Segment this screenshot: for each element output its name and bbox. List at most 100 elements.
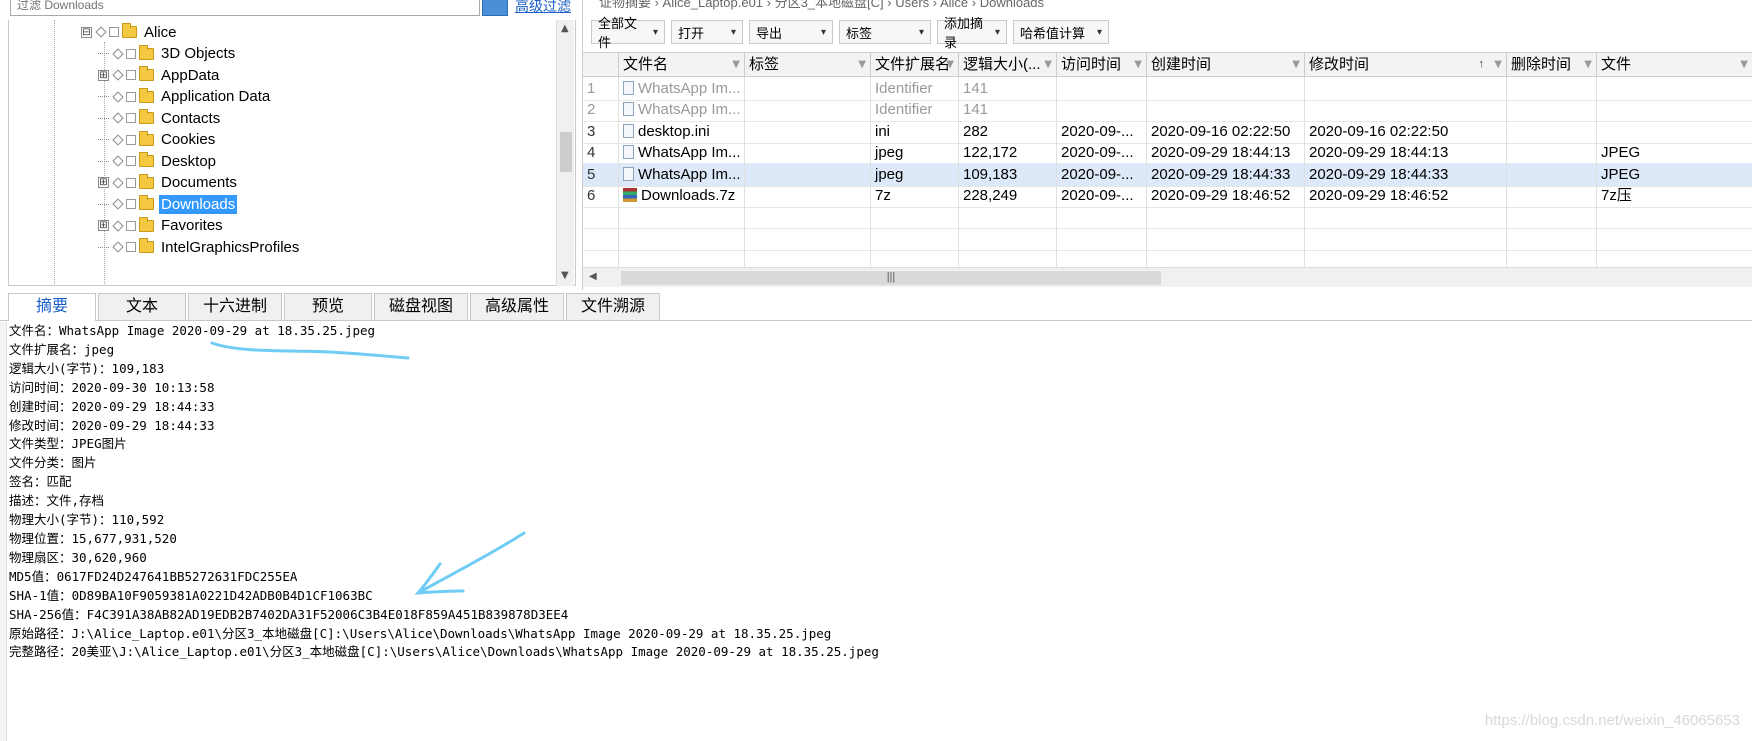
empty-row <box>583 205 1752 230</box>
column-header-label: 访问时间 <box>1061 56 1122 73</box>
tree-checkbox[interactable] <box>109 27 119 37</box>
folder-tree-pane: 高级过滤 ⊟ Alice 3D Objects ⊞ AppData Application… <box>0 0 580 290</box>
expand-toggle-icon[interactable]: ⊞ <box>98 177 109 188</box>
column-header[interactable]: 文件名 ▼ <box>619 53 745 77</box>
tree-item[interactable]: 3D Objects <box>98 42 237 66</box>
cell-atime <box>1057 77 1147 101</box>
tab-item[interactable]: 文件溯源 <box>566 293 661 320</box>
column-header[interactable]: 创建时间 ▼ <box>1147 53 1305 77</box>
tree-checkbox[interactable] <box>126 199 136 209</box>
tree-checkbox[interactable] <box>126 113 136 123</box>
cell-text: 2020-09-29 18:44:33 <box>1309 165 1449 183</box>
column-header[interactable]: 访问时间 ▼ <box>1057 53 1147 77</box>
filter-icon[interactable]: ▼ <box>1740 53 1748 76</box>
hscroll-thumb[interactable]: ||| <box>621 271 1161 285</box>
scroll-up-icon[interactable]: ▲ <box>561 23 569 34</box>
tree-checkbox[interactable] <box>126 242 136 252</box>
tree-item[interactable]: Contacts <box>98 106 222 130</box>
filter-icon[interactable]: ▼ <box>732 53 740 76</box>
search-button[interactable] <box>482 0 508 16</box>
file-icon <box>623 123 634 138</box>
empty-cell <box>1305 205 1507 230</box>
table-row[interactable]: 4 WhatsApp Im... jpeg 122,172 2020-09-... 202… <box>583 141 1752 166</box>
tree-item[interactable]: Downloads <box>98 192 238 216</box>
tab-item[interactable]: 文本 <box>98 293 186 320</box>
tree-checkbox[interactable] <box>126 156 136 166</box>
empty-cell <box>619 248 745 267</box>
column-header[interactable]: 修改时间 ↑ ▼ <box>1305 53 1507 77</box>
filter-icon[interactable]: ▼ <box>1134 53 1142 76</box>
cell-text: ini <box>875 122 891 140</box>
column-header[interactable]: 标签 ▼ <box>745 53 871 77</box>
cell-text: 228,249 <box>963 187 1018 204</box>
tab-item[interactable]: 十六进制 <box>188 293 283 320</box>
filter-icon[interactable]: ▼ <box>858 53 866 76</box>
column-header[interactable]: 逻辑大小(... ▼ <box>959 53 1057 77</box>
row-number: 3 <box>583 119 619 144</box>
node-icon <box>112 219 124 232</box>
horizontal-scrollbar[interactable]: ◀ ||| <box>583 267 1752 287</box>
tree-item[interactable]: Desktop <box>98 149 218 173</box>
filter-icon[interactable]: ▼ <box>1494 53 1502 76</box>
tree-checkbox[interactable] <box>126 91 136 102</box>
advanced-filter-link[interactable]: 高级过滤 <box>515 0 571 16</box>
filter-input[interactable] <box>10 0 480 16</box>
table-row[interactable]: 1 WhatsApp Im... Identifier 141 <box>583 77 1752 101</box>
tab-item[interactable]: 摘要 <box>8 293 96 321</box>
cell-name: Downloads.7z <box>619 184 745 208</box>
table-row[interactable]: 6 Downloads.7z 7z 228,249 2020-09-... 2020-09… <box>583 184 1752 208</box>
tree-item[interactable]: Application Data <box>98 85 272 109</box>
empty-cell <box>959 205 1057 230</box>
cell-dtime <box>1507 141 1597 166</box>
tree-checkbox[interactable] <box>126 177 136 188</box>
tree-item[interactable]: IntelGraphicsProfiles <box>98 235 301 259</box>
toolbar-button[interactable]: 导出 ▾ <box>749 20 833 44</box>
file-icon <box>623 81 634 95</box>
toolbar-button[interactable]: 打开 ▾ <box>671 20 743 44</box>
tree-item[interactable]: Cookies <box>98 128 217 152</box>
expand-toggle-icon[interactable]: ⊞ <box>98 220 109 231</box>
tree-item[interactable]: ⊞ Favorites <box>98 214 225 238</box>
folder-icon <box>139 66 154 81</box>
tree-scrollbar[interactable]: ▲ ▼ <box>556 20 574 286</box>
file-grid: 文件名 ▼ 标签 ▼ 文件扩展名 ▼ 逻辑大小(... ▼ 访问时间 ▼ 创建时间 ▼ 修改时间 ↑ ▼ 删除… <box>583 52 1752 267</box>
cell-text: 2020-09-29 18:44:33 <box>1151 165 1291 183</box>
expand-toggle-icon[interactable]: ⊞ <box>98 69 109 81</box>
tree-scroll-thumb[interactable] <box>560 132 572 172</box>
table-row[interactable]: 2 WhatsApp Im... Identifier 141 <box>583 98 1752 123</box>
toolbar-button[interactable]: 全部文件 ▾ <box>591 16 665 50</box>
column-header[interactable]: 文件扩展名 ▼ <box>871 53 959 77</box>
column-header[interactable]: 文件 ▼ <box>1597 53 1752 77</box>
tree-item-label: IntelGraphicsProfiles <box>161 238 300 256</box>
tab-item[interactable]: 磁盘视图 <box>374 293 469 320</box>
tree-checkbox[interactable] <box>126 48 136 59</box>
scroll-down-icon[interactable]: ▼ <box>561 270 569 281</box>
tree-checkbox[interactable] <box>126 220 136 231</box>
node-icon <box>112 176 124 189</box>
expand-toggle-icon[interactable]: ⊟ <box>81 26 92 38</box>
tree-item[interactable]: ⊞ AppData <box>98 63 221 87</box>
summary-line: SHA-256值：F4C391A38AB82AD19EDB2B7402DA31F… <box>9 606 569 622</box>
toolbar-button[interactable]: 哈希值计算 ▾ <box>1013 20 1109 44</box>
table-row[interactable]: 3 desktop.ini ini 282 2020-09-... 2020-09-16 … <box>583 119 1752 144</box>
filter-icon[interactable]: ▼ <box>1584 53 1592 76</box>
empty-cell <box>619 226 745 251</box>
tab-item[interactable]: 预览 <box>284 293 373 320</box>
tree-item[interactable]: ⊟ Alice <box>81 20 179 44</box>
cell-text: Identifier <box>875 80 933 97</box>
column-header[interactable]: 删除时间 ▼ <box>1507 53 1597 77</box>
filter-icon[interactable]: ▼ <box>946 53 954 76</box>
toolbar-button[interactable]: 添加摘录 ▾ <box>937 16 1007 50</box>
empty-cell <box>583 205 619 230</box>
tab-item[interactable]: 高级属性 <box>470 293 565 320</box>
filter-icon[interactable]: ▼ <box>1292 53 1300 76</box>
tree-checkbox[interactable] <box>126 70 136 80</box>
table-row[interactable]: 5 WhatsApp Im... jpeg 109,183 2020-09-... 202… <box>583 162 1752 187</box>
scroll-left-icon[interactable]: ◀ <box>589 271 597 282</box>
summary-line: 文件分类：图片 <box>9 455 97 471</box>
tree-item[interactable]: ⊞ Documents <box>98 171 239 195</box>
summary-line: 文件名：WhatsApp Image 2020-09-29 at 18.35.2… <box>9 323 376 338</box>
tree-checkbox[interactable] <box>126 134 136 145</box>
toolbar-button[interactable]: 标签 ▾ <box>839 20 931 44</box>
filter-icon[interactable]: ▼ <box>1044 53 1052 76</box>
